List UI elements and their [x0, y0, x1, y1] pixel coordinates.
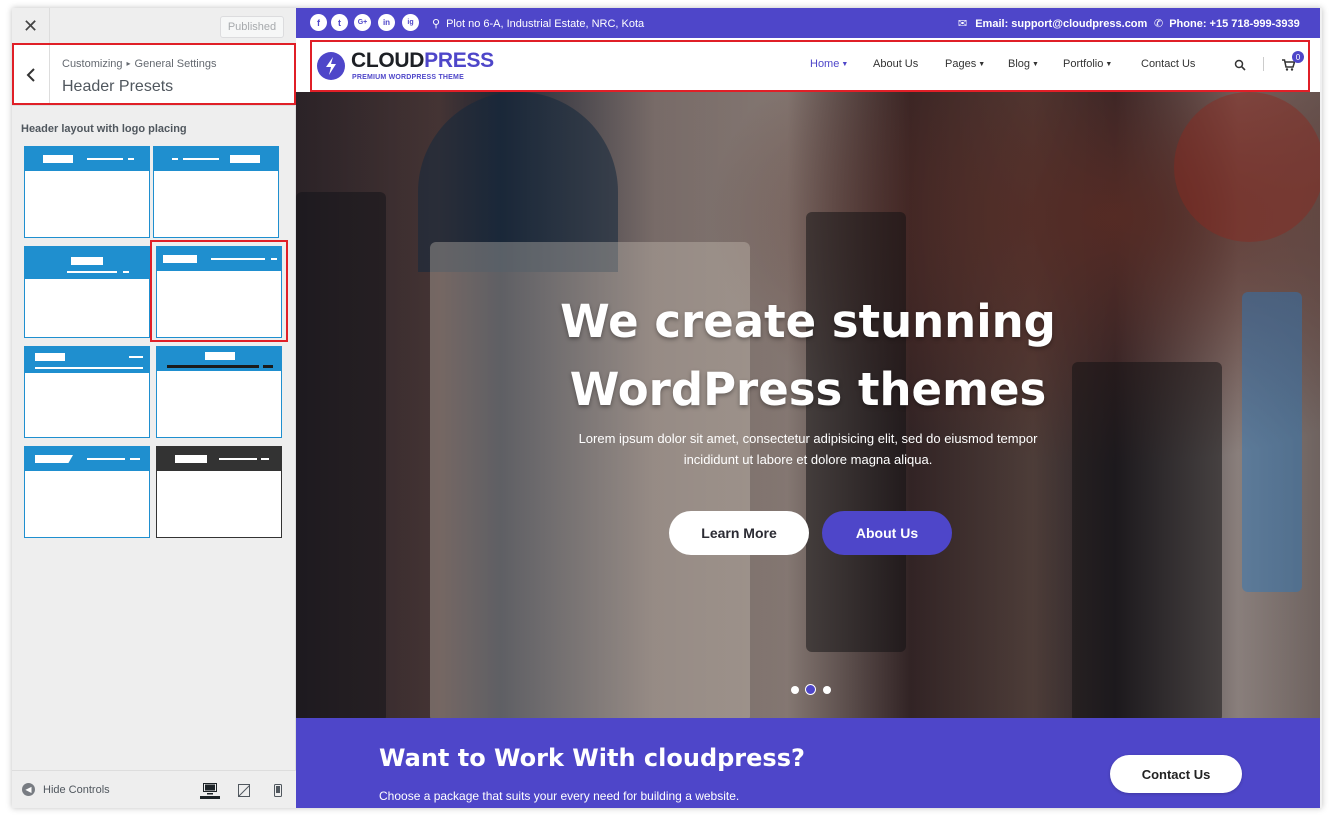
- email-text: ✉ Email: support@cloudpress.com: [958, 17, 1147, 30]
- hero-background-shape: [296, 192, 386, 718]
- preset-header-bar: [25, 447, 149, 471]
- back-icon[interactable]: [12, 44, 50, 106]
- nav-portfolio-label: Portfolio: [1063, 58, 1104, 70]
- slider-dot-2[interactable]: [805, 684, 816, 695]
- slider-dot-3[interactable]: [823, 686, 831, 694]
- hero-subtitle: Lorem ipsum dolor sit amet, consectetur …: [578, 431, 1038, 467]
- twitter-icon[interactable]: t: [331, 14, 348, 31]
- caret-down-icon: ▼: [1032, 61, 1039, 68]
- nav-portfolio[interactable]: Portfolio ▼: [1063, 58, 1112, 70]
- section-title: Header Presets: [62, 78, 174, 95]
- customizer-sidebar: ✕ Published Customizing ▸ General Settings…: [12, 8, 296, 808]
- about-us-button[interactable]: About Us: [822, 511, 952, 555]
- presets-label: Header layout with logo placing: [21, 123, 187, 135]
- logo-part2: PRESS: [424, 49, 494, 72]
- phone-icon: ✆: [1154, 18, 1164, 30]
- header-preset-2[interactable]: [153, 146, 279, 238]
- address-value: Plot no 6-A, Industrial Estate, NRC, Kot…: [446, 18, 645, 30]
- tablet-preview-icon[interactable]: [234, 781, 254, 799]
- nav-pages-label: Pages: [945, 58, 977, 70]
- preset-header-bar: [25, 247, 149, 279]
- collapse-icon: ◀: [22, 783, 35, 796]
- site-logo[interactable]: CLOUDPRESS: [351, 49, 494, 73]
- hide-controls-label: Hide Controls: [43, 783, 110, 796]
- hero-title-line2: WordPress themes: [569, 363, 1047, 416]
- caret-down-icon: ▼: [1105, 61, 1113, 68]
- header-preset-5[interactable]: [24, 346, 150, 438]
- header-preset-3[interactable]: [24, 246, 150, 338]
- nav-home[interactable]: Home ▼: [810, 58, 848, 70]
- logo-part1: CLOUD: [351, 49, 425, 72]
- hero-slider: We create stunning WordPress themes Lore…: [296, 92, 1320, 718]
- hero-title: We create stunning WordPress themes: [296, 288, 1320, 424]
- learn-more-button[interactable]: Learn More: [669, 511, 809, 555]
- sidebar-footer: ◀ Hide Controls: [12, 770, 296, 808]
- nav-pages[interactable]: Pages ▼: [945, 58, 985, 70]
- facebook-icon[interactable]: f: [310, 14, 327, 31]
- preset-header-bar: [25, 147, 149, 171]
- caret-down-icon: ▼: [841, 61, 849, 68]
- preset-header-bar: [157, 347, 281, 371]
- nav-contact-us[interactable]: Contact Us: [1141, 58, 1195, 70]
- sidebar-header: ✕ Published: [12, 8, 296, 44]
- search-icon[interactable]: [1234, 58, 1246, 76]
- phone-text: ✆ Phone: +15 718-999-3939: [1154, 17, 1300, 30]
- map-pin-icon: ⚲: [432, 18, 441, 30]
- cta-section: Want to Work With cloudpress? Choose a p…: [296, 718, 1320, 808]
- breadcrumb: Customizing ▸ General Settings: [62, 58, 216, 70]
- section-header: Customizing ▸ General Settings Header Pres…: [12, 44, 296, 106]
- hero-background-shape: [1174, 92, 1320, 242]
- close-icon[interactable]: ✕: [12, 8, 50, 44]
- preset-header-bar: [157, 247, 281, 271]
- instagram-icon[interactable]: ig: [402, 14, 419, 31]
- phone-value: Phone: +15 718-999-3939: [1169, 18, 1300, 30]
- header-preset-7[interactable]: [24, 446, 150, 538]
- nav-divider: [1263, 57, 1264, 71]
- cta-subtitle: Choose a package that suits your every n…: [379, 789, 740, 803]
- nav-home-label: Home: [810, 58, 840, 70]
- breadcrumb-root: Customizing: [62, 58, 123, 70]
- header-preset-6[interactable]: [156, 346, 282, 438]
- breadcrumb-separator-icon: ▸: [126, 59, 131, 68]
- header-preset-4[interactable]: [156, 246, 282, 338]
- linkedin-icon[interactable]: in: [378, 14, 395, 31]
- preset-header-bar: [154, 147, 278, 171]
- header-preset-8[interactable]: [156, 446, 282, 538]
- top-info-bar: f t G+ in ig ⚲ Plot no 6-A, Industrial Es…: [296, 8, 1320, 38]
- envelope-icon: ✉: [958, 18, 968, 30]
- site-preview: f t G+ in ig ⚲ Plot no 6-A, Industrial Es…: [296, 8, 1320, 808]
- slider-dot-1[interactable]: [791, 686, 799, 694]
- mobile-preview-icon[interactable]: [268, 781, 288, 799]
- nav-contact-label: Contact Us: [1141, 58, 1196, 70]
- breadcrumb-parent: General Settings: [134, 58, 217, 70]
- cart-count-badge: 0: [1292, 51, 1304, 63]
- cta-title: Want to Work With cloudpress?: [379, 744, 805, 772]
- preset-header-bar: [157, 447, 281, 471]
- email-value: Email: support@cloudpress.com: [975, 18, 1148, 30]
- hide-controls-button[interactable]: ◀ Hide Controls: [22, 783, 110, 796]
- nav-blog-label: Blog: [1008, 58, 1031, 70]
- publish-button[interactable]: Published: [220, 16, 284, 38]
- cta-contact-button[interactable]: Contact Us: [1110, 755, 1242, 793]
- address-text: ⚲ Plot no 6-A, Industrial Estate, NRC, Ko…: [432, 17, 644, 30]
- google-plus-icon[interactable]: G+: [354, 14, 371, 31]
- header-preset-1[interactable]: [24, 146, 150, 238]
- hero-title-line1: We create stunning: [560, 295, 1056, 348]
- preset-header-bar: [25, 347, 149, 373]
- nav-about-label: About Us: [873, 58, 919, 70]
- desktop-preview-icon[interactable]: [200, 781, 220, 799]
- logo-tagline: PREMIUM WORDPRESS THEME: [352, 74, 464, 81]
- customizer-window: ✕ Published Customizing ▸ General Settings…: [12, 8, 1322, 808]
- site-header: CLOUDPRESS PREMIUM WORDPRESS THEME Home ▼…: [296, 38, 1320, 92]
- nav-about-us[interactable]: About Us: [873, 58, 918, 70]
- caret-down-icon: ▼: [978, 61, 986, 68]
- lightning-icon[interactable]: [317, 52, 345, 80]
- nav-blog[interactable]: Blog ▼: [1008, 58, 1039, 70]
